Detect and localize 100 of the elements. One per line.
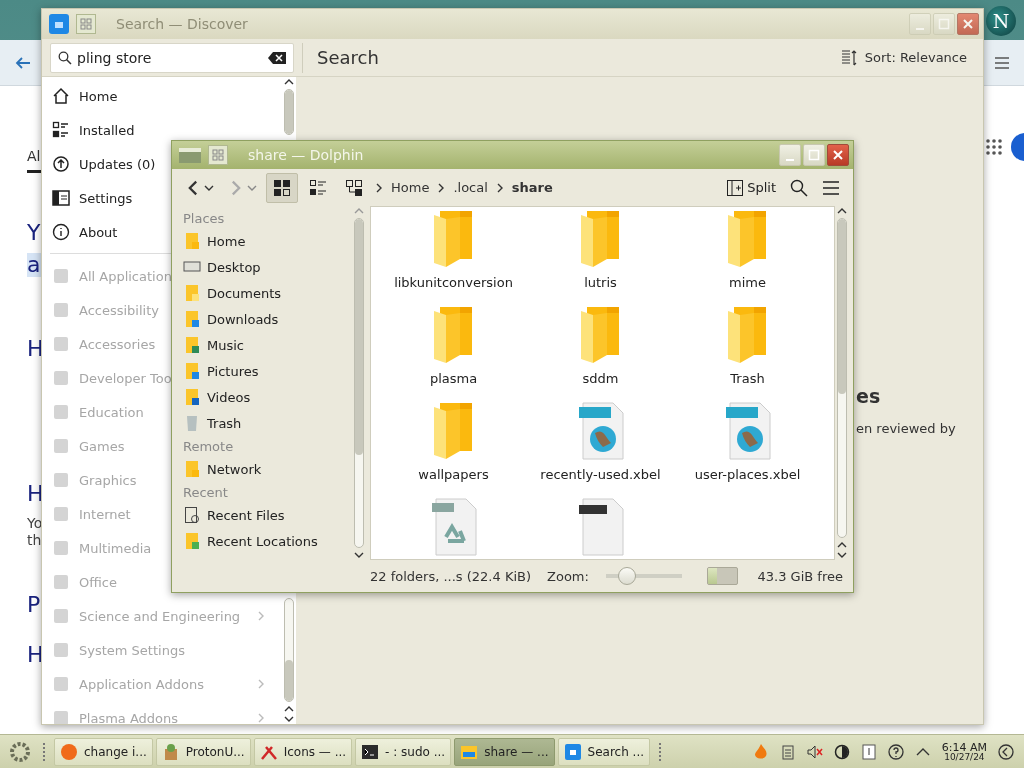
minimize-icon bbox=[786, 159, 794, 161]
sort-icon bbox=[840, 48, 859, 67]
page-text: H bbox=[27, 642, 41, 667]
window-menu-icon[interactable] bbox=[208, 145, 228, 165]
terminal-icon bbox=[361, 742, 380, 761]
breadcrumb-item[interactable]: Home bbox=[388, 178, 433, 197]
separator-icon bbox=[374, 182, 384, 193]
category-icon bbox=[52, 335, 70, 353]
place-item[interactable]: Recent Locations bbox=[183, 528, 352, 554]
close-button[interactable] bbox=[827, 144, 849, 166]
page-text: P bbox=[27, 592, 41, 617]
folder-icon bbox=[183, 284, 201, 302]
place-item[interactable]: Documents bbox=[183, 280, 352, 306]
zoom-label: Zoom: bbox=[547, 568, 589, 584]
category-icon bbox=[52, 267, 70, 285]
scrollbar-segment[interactable] bbox=[284, 598, 294, 702]
place-item[interactable]: Recent Files bbox=[183, 502, 352, 528]
html-file-icon bbox=[576, 401, 625, 461]
file-item[interactable]: mime bbox=[674, 209, 821, 305]
scroll-up-icon bbox=[837, 540, 847, 550]
category-icon bbox=[52, 437, 70, 455]
page-text: Y bbox=[27, 221, 41, 246]
close-button[interactable] bbox=[957, 13, 979, 35]
scroll-down-icon bbox=[354, 550, 364, 560]
place-item[interactable]: Trash bbox=[183, 410, 352, 436]
page-text: H bbox=[27, 481, 41, 506]
breadcrumb-item[interactable]: .local bbox=[450, 178, 491, 197]
category-icon bbox=[52, 641, 70, 659]
category-icon bbox=[52, 607, 70, 625]
logo-badge[interactable]: N bbox=[986, 6, 1016, 36]
recent-files-icon bbox=[183, 506, 201, 524]
scroll-up-icon bbox=[284, 77, 294, 87]
task-button[interactable]: Search ... bbox=[557, 737, 650, 766]
breadcrumb-item[interactable]: share bbox=[508, 178, 556, 197]
nav-item[interactable]: About bbox=[42, 215, 118, 249]
split-button[interactable]: Split bbox=[721, 172, 781, 203]
split-icon bbox=[726, 178, 745, 197]
file-item[interactable]: libkunitconversion bbox=[380, 209, 527, 305]
clock[interactable]: 6:14 AM 10/27/24 bbox=[941, 741, 987, 762]
section-heading: Places bbox=[183, 209, 226, 228]
category-icon bbox=[52, 675, 70, 693]
page-text: H bbox=[27, 337, 41, 362]
nav-item[interactable]: Updates (0) bbox=[42, 147, 156, 181]
page-title: Search bbox=[317, 47, 380, 68]
status-summary: 22 folders, ...s (22.4 KiB) bbox=[370, 568, 532, 584]
recycle-file-icon bbox=[429, 497, 478, 557]
sort-button[interactable]: Sort: Relevance bbox=[834, 44, 973, 71]
place-item[interactable]: Desktop bbox=[183, 254, 352, 280]
file-item[interactable]: lutris bbox=[527, 209, 674, 305]
category-icon bbox=[52, 471, 70, 489]
task-button[interactable]: - : sudo ... bbox=[355, 737, 452, 766]
file-item[interactable]: recently-used.xbel bbox=[527, 401, 674, 497]
folder-icon bbox=[183, 310, 201, 328]
folder-icon bbox=[183, 532, 201, 550]
details-view-icon bbox=[309, 178, 327, 197]
scrollbar[interactable] bbox=[837, 218, 847, 538]
file-item[interactable]: wallpapers bbox=[380, 401, 527, 497]
task-button[interactable]: Icons — ... bbox=[253, 737, 353, 766]
home-icon bbox=[52, 87, 70, 105]
folder-app-icon[interactable] bbox=[178, 145, 202, 165]
close-icon bbox=[832, 149, 844, 161]
back-circle-icon bbox=[997, 742, 1015, 761]
task-button[interactable]: change i... bbox=[54, 737, 153, 766]
window-menu-icon[interactable] bbox=[76, 14, 96, 34]
place-item[interactable]: Videos bbox=[183, 384, 352, 410]
category-icon bbox=[52, 403, 70, 421]
task-button[interactable]: ProtonU... bbox=[155, 737, 251, 766]
file-item[interactable]: sddm bbox=[527, 305, 674, 401]
nav-item[interactable]: Home bbox=[42, 79, 118, 113]
menu-icon bbox=[822, 179, 840, 196]
store-app-icon[interactable] bbox=[48, 13, 70, 35]
maximize-icon bbox=[938, 18, 950, 30]
scrollbar[interactable] bbox=[354, 218, 364, 548]
search-field[interactable]: pling store bbox=[50, 42, 294, 73]
update-icon bbox=[52, 155, 70, 173]
tree-view-icon bbox=[345, 178, 363, 197]
place-item[interactable]: Network bbox=[183, 456, 352, 482]
slider-thumb[interactable] bbox=[618, 567, 637, 585]
usb-drive-icon bbox=[859, 742, 878, 761]
free-space-text: 43.3 GiB free bbox=[757, 568, 843, 584]
icon-view-icon bbox=[273, 178, 291, 197]
place-item[interactable]: Music bbox=[183, 332, 352, 358]
nav-item[interactable]: Installed bbox=[42, 113, 135, 147]
task-button[interactable]: share — ... bbox=[454, 737, 555, 766]
apps-grid-icon[interactable] bbox=[986, 139, 1002, 155]
file-item[interactable]: user-places.xbel bbox=[674, 401, 821, 497]
clear-icon[interactable] bbox=[268, 51, 286, 64]
place-item[interactable]: Downloads bbox=[183, 306, 352, 332]
menu-icon[interactable] bbox=[994, 55, 1010, 70]
chevron-icon bbox=[256, 679, 266, 689]
nav-item[interactable]: Settings bbox=[42, 181, 133, 215]
view-mode-button[interactable] bbox=[266, 172, 298, 203]
file-item[interactable]: plasma bbox=[380, 305, 527, 401]
file-item[interactable]: Trash bbox=[674, 305, 821, 401]
place-item[interactable]: Home bbox=[183, 228, 352, 254]
scrollbar-segment[interactable] bbox=[284, 89, 294, 135]
place-item[interactable]: Pictures bbox=[183, 358, 352, 384]
gear-icon bbox=[9, 740, 31, 763]
info-icon bbox=[52, 223, 70, 241]
content-text: es bbox=[856, 385, 881, 407]
